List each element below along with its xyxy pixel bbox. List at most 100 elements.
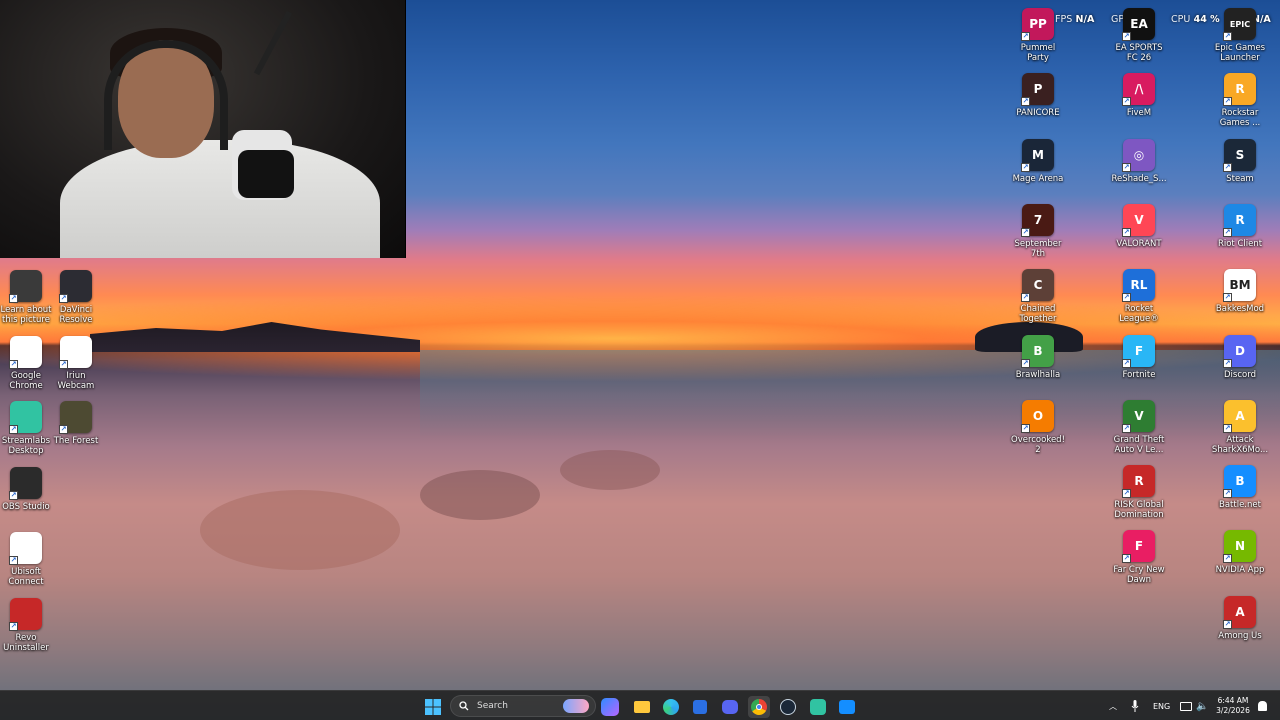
desktop-shortcut-label: Among Us bbox=[1218, 630, 1262, 641]
person-body bbox=[60, 140, 380, 258]
shortcut-arrow-icon: ↗ bbox=[1223, 227, 1232, 237]
store-icon[interactable] bbox=[689, 696, 711, 718]
tray-overflow-button[interactable]: ︿ bbox=[1109, 691, 1117, 720]
desktop-shortcut-pummel[interactable]: PP ↗ Pummel Party bbox=[1006, 8, 1070, 63]
desktop-shortcut-discord[interactable]: D ↗ Discord bbox=[1208, 334, 1272, 380]
bell-icon bbox=[1258, 701, 1267, 711]
rocket-league-icon: RL ↗ bbox=[1122, 269, 1155, 303]
desktop-shortcut-label: PANICORE bbox=[1016, 108, 1060, 119]
desktop-shortcut-valorant[interactable]: V ↗ VALORANT bbox=[1107, 203, 1171, 249]
davinci-icon: ↗ bbox=[59, 270, 92, 303]
mic-arm bbox=[253, 10, 293, 76]
steam-taskbar-icon[interactable] bbox=[777, 696, 799, 718]
riot-icon: R ↗ bbox=[1223, 203, 1256, 237]
clock-time: 6:44 AM bbox=[1217, 696, 1249, 705]
desktop-shortcut-nvidia[interactable]: N ↗ NVIDIA App bbox=[1208, 530, 1272, 575]
desktop-shortcut-streamlabs[interactable]: ↗ Streamlabs Desktop bbox=[0, 401, 52, 456]
desktop-shortcut-panicore[interactable]: P ↗ PANICORE bbox=[1006, 73, 1070, 118]
desktop-shortcut-label: Revo Uninstaller bbox=[3, 632, 49, 653]
wallpaper-cliff bbox=[90, 322, 420, 352]
microphone-tray-icon[interactable] bbox=[1131, 691, 1139, 720]
desktop-shortcut-label: Discord bbox=[1224, 369, 1256, 380]
bakkesmod-icon: BM ↗ bbox=[1223, 269, 1256, 303]
desktop-shortcut-chained[interactable]: C ↗ Chained Together bbox=[1006, 269, 1070, 324]
desktop-shortcut-bakkesmod[interactable]: BM ↗ BakkesMod bbox=[1208, 269, 1272, 314]
desktop-shortcut-among-us[interactable]: A ↗ Among Us bbox=[1208, 595, 1272, 641]
desktop-shortcut-label: FiveM bbox=[1126, 108, 1152, 119]
language-indicator[interactable]: ENG bbox=[1153, 691, 1170, 720]
volume-icon[interactable]: 🔈 bbox=[1196, 691, 1208, 720]
desktop-shortcut-fortnite[interactable]: F ↗ Fortnite bbox=[1107, 334, 1171, 380]
discord-icon: D ↗ bbox=[1223, 334, 1256, 368]
discord-taskbar-icon[interactable] bbox=[719, 696, 741, 718]
steam-shape bbox=[780, 699, 796, 715]
desktop-shortcut-brawlhalla[interactable]: B ↗ Brawlhalla bbox=[1006, 334, 1070, 380]
desktop-shortcut-label: ReShade_S... bbox=[1111, 173, 1167, 184]
shortcut-arrow-icon: ↗ bbox=[1021, 162, 1030, 172]
notification-icon[interactable] bbox=[1258, 691, 1267, 720]
shortcut-arrow-icon: ↗ bbox=[1021, 97, 1030, 107]
search-icon bbox=[459, 701, 469, 711]
desktop-shortcut-rocket-league[interactable]: RL ↗ Rocket League® bbox=[1107, 269, 1171, 324]
desktop-shortcut-label: NVIDIA App bbox=[1215, 565, 1265, 576]
desktop-shortcut-farcry[interactable]: F ↗ Far Cry New Dawn bbox=[1107, 530, 1171, 585]
ea-icon: EA ↗ bbox=[1122, 8, 1155, 41]
desktop-shortcut-forest[interactable]: ↗ The Forest bbox=[50, 401, 102, 446]
overcooked-icon: O ↗ bbox=[1021, 399, 1054, 433]
desktop-shortcut-epic[interactable]: EPIC ↗ Epic Games Launcher bbox=[1208, 8, 1272, 63]
shortcut-arrow-icon: ↗ bbox=[9, 621, 18, 631]
taskbar: Search ︿ ENG 🔈 6:44 AM 3/2/2026 bbox=[0, 690, 1280, 720]
windows-logo-icon bbox=[425, 699, 441, 715]
battlenet-icon: B ↗ bbox=[1223, 465, 1256, 499]
forest-icon: ↗ bbox=[59, 401, 92, 434]
clock-date: 3/2/2026 bbox=[1216, 706, 1250, 715]
risk-icon: R ↗ bbox=[1122, 465, 1155, 499]
fortnite-icon: F ↗ bbox=[1122, 334, 1155, 368]
start-button[interactable] bbox=[422, 696, 444, 718]
desktop-shortcut-obs[interactable]: ↗ OBS Studio bbox=[0, 466, 52, 512]
desktop-shortcut-overcooked[interactable]: O ↗ Overcooked! 2 bbox=[1006, 399, 1070, 455]
file-explorer-icon[interactable] bbox=[631, 696, 653, 718]
webcam-overlay bbox=[0, 0, 406, 258]
shortcut-arrow-icon: ↗ bbox=[9, 556, 18, 565]
desktop-shortcut-risk[interactable]: R ↗ RISK Global Domination bbox=[1107, 465, 1171, 520]
desktop-shortcut-info[interactable]: ↗ Learn about this picture bbox=[0, 270, 52, 325]
shortcut-arrow-icon: ↗ bbox=[1223, 489, 1232, 499]
desktop-shortcut-gta[interactable]: V ↗ Grand Theft Auto V Le... bbox=[1107, 399, 1171, 455]
battlenet-taskbar-icon[interactable] bbox=[836, 696, 858, 718]
attack-shark-icon: A ↗ bbox=[1223, 399, 1256, 433]
desktop-shortcut-label: Mage Arena bbox=[1012, 173, 1064, 184]
network-icon[interactable] bbox=[1180, 691, 1192, 720]
shortcut-arrow-icon: ↗ bbox=[9, 425, 18, 434]
desktop-shortcut-battlenet[interactable]: B ↗ Battle.net bbox=[1208, 465, 1272, 510]
chrome-taskbar-icon[interactable] bbox=[748, 696, 770, 718]
desktop-shortcut-rockstar[interactable]: R ↗ Rockstar Games ... bbox=[1208, 73, 1272, 128]
desktop-shortcut-mage-arena[interactable]: M ↗ Mage Arena bbox=[1006, 138, 1070, 184]
desktop-shortcut-revo[interactable]: ↗ Revo Uninstaller bbox=[0, 597, 52, 653]
wallpaper-rock bbox=[560, 450, 660, 490]
desktop-shortcut-chrome[interactable]: ↗ Google Chrome bbox=[0, 335, 52, 391]
desktop-shortcut-riot[interactable]: R ↗ Riot Client bbox=[1208, 203, 1272, 249]
desktop-shortcut-reshade[interactable]: ◎ ↗ ReShade_S... bbox=[1107, 138, 1171, 184]
edge-icon[interactable] bbox=[660, 696, 682, 718]
desktop-shortcut-september[interactable]: 7 ↗ September 7th bbox=[1006, 203, 1070, 259]
webcam-icon: ↗ bbox=[59, 335, 92, 369]
shortcut-arrow-icon: ↗ bbox=[1223, 32, 1232, 41]
clock[interactable]: 6:44 AM 3/2/2026 bbox=[1212, 696, 1254, 716]
desktop-shortcut-webcam[interactable]: ↗ Iriun Webcam bbox=[50, 335, 102, 391]
desktop-shortcut-label: Battle.net bbox=[1219, 500, 1261, 511]
taskbar-search[interactable]: Search bbox=[450, 695, 596, 717]
shortcut-arrow-icon: ↗ bbox=[1122, 423, 1131, 433]
desktop-shortcut-label: Overcooked! 2 bbox=[1011, 434, 1065, 455]
desktop-shortcut-davinci[interactable]: ↗ DaVinci Resolve bbox=[50, 270, 102, 325]
desktop-shortcut-fivem[interactable]: /\ ↗ FiveM bbox=[1107, 73, 1171, 118]
desktop-shortcut-ea[interactable]: EA ↗ EA SPORTS FC 26 bbox=[1107, 8, 1171, 63]
desktop-shortcut-ubisoft[interactable]: ↗ Ubisoft Connect bbox=[0, 532, 52, 587]
streamlabs-taskbar-icon[interactable] bbox=[807, 696, 829, 718]
desktop-shortcut-attack-shark[interactable]: A ↗ Attack SharkX6Mo... bbox=[1208, 399, 1272, 455]
copilot-icon[interactable] bbox=[601, 698, 619, 716]
desktop-shortcut-steam[interactable]: S ↗ Steam bbox=[1208, 138, 1272, 184]
obs-icon: ↗ bbox=[9, 466, 42, 500]
shortcut-arrow-icon: ↗ bbox=[1223, 554, 1232, 564]
brawlhalla-icon: B ↗ bbox=[1021, 334, 1054, 368]
